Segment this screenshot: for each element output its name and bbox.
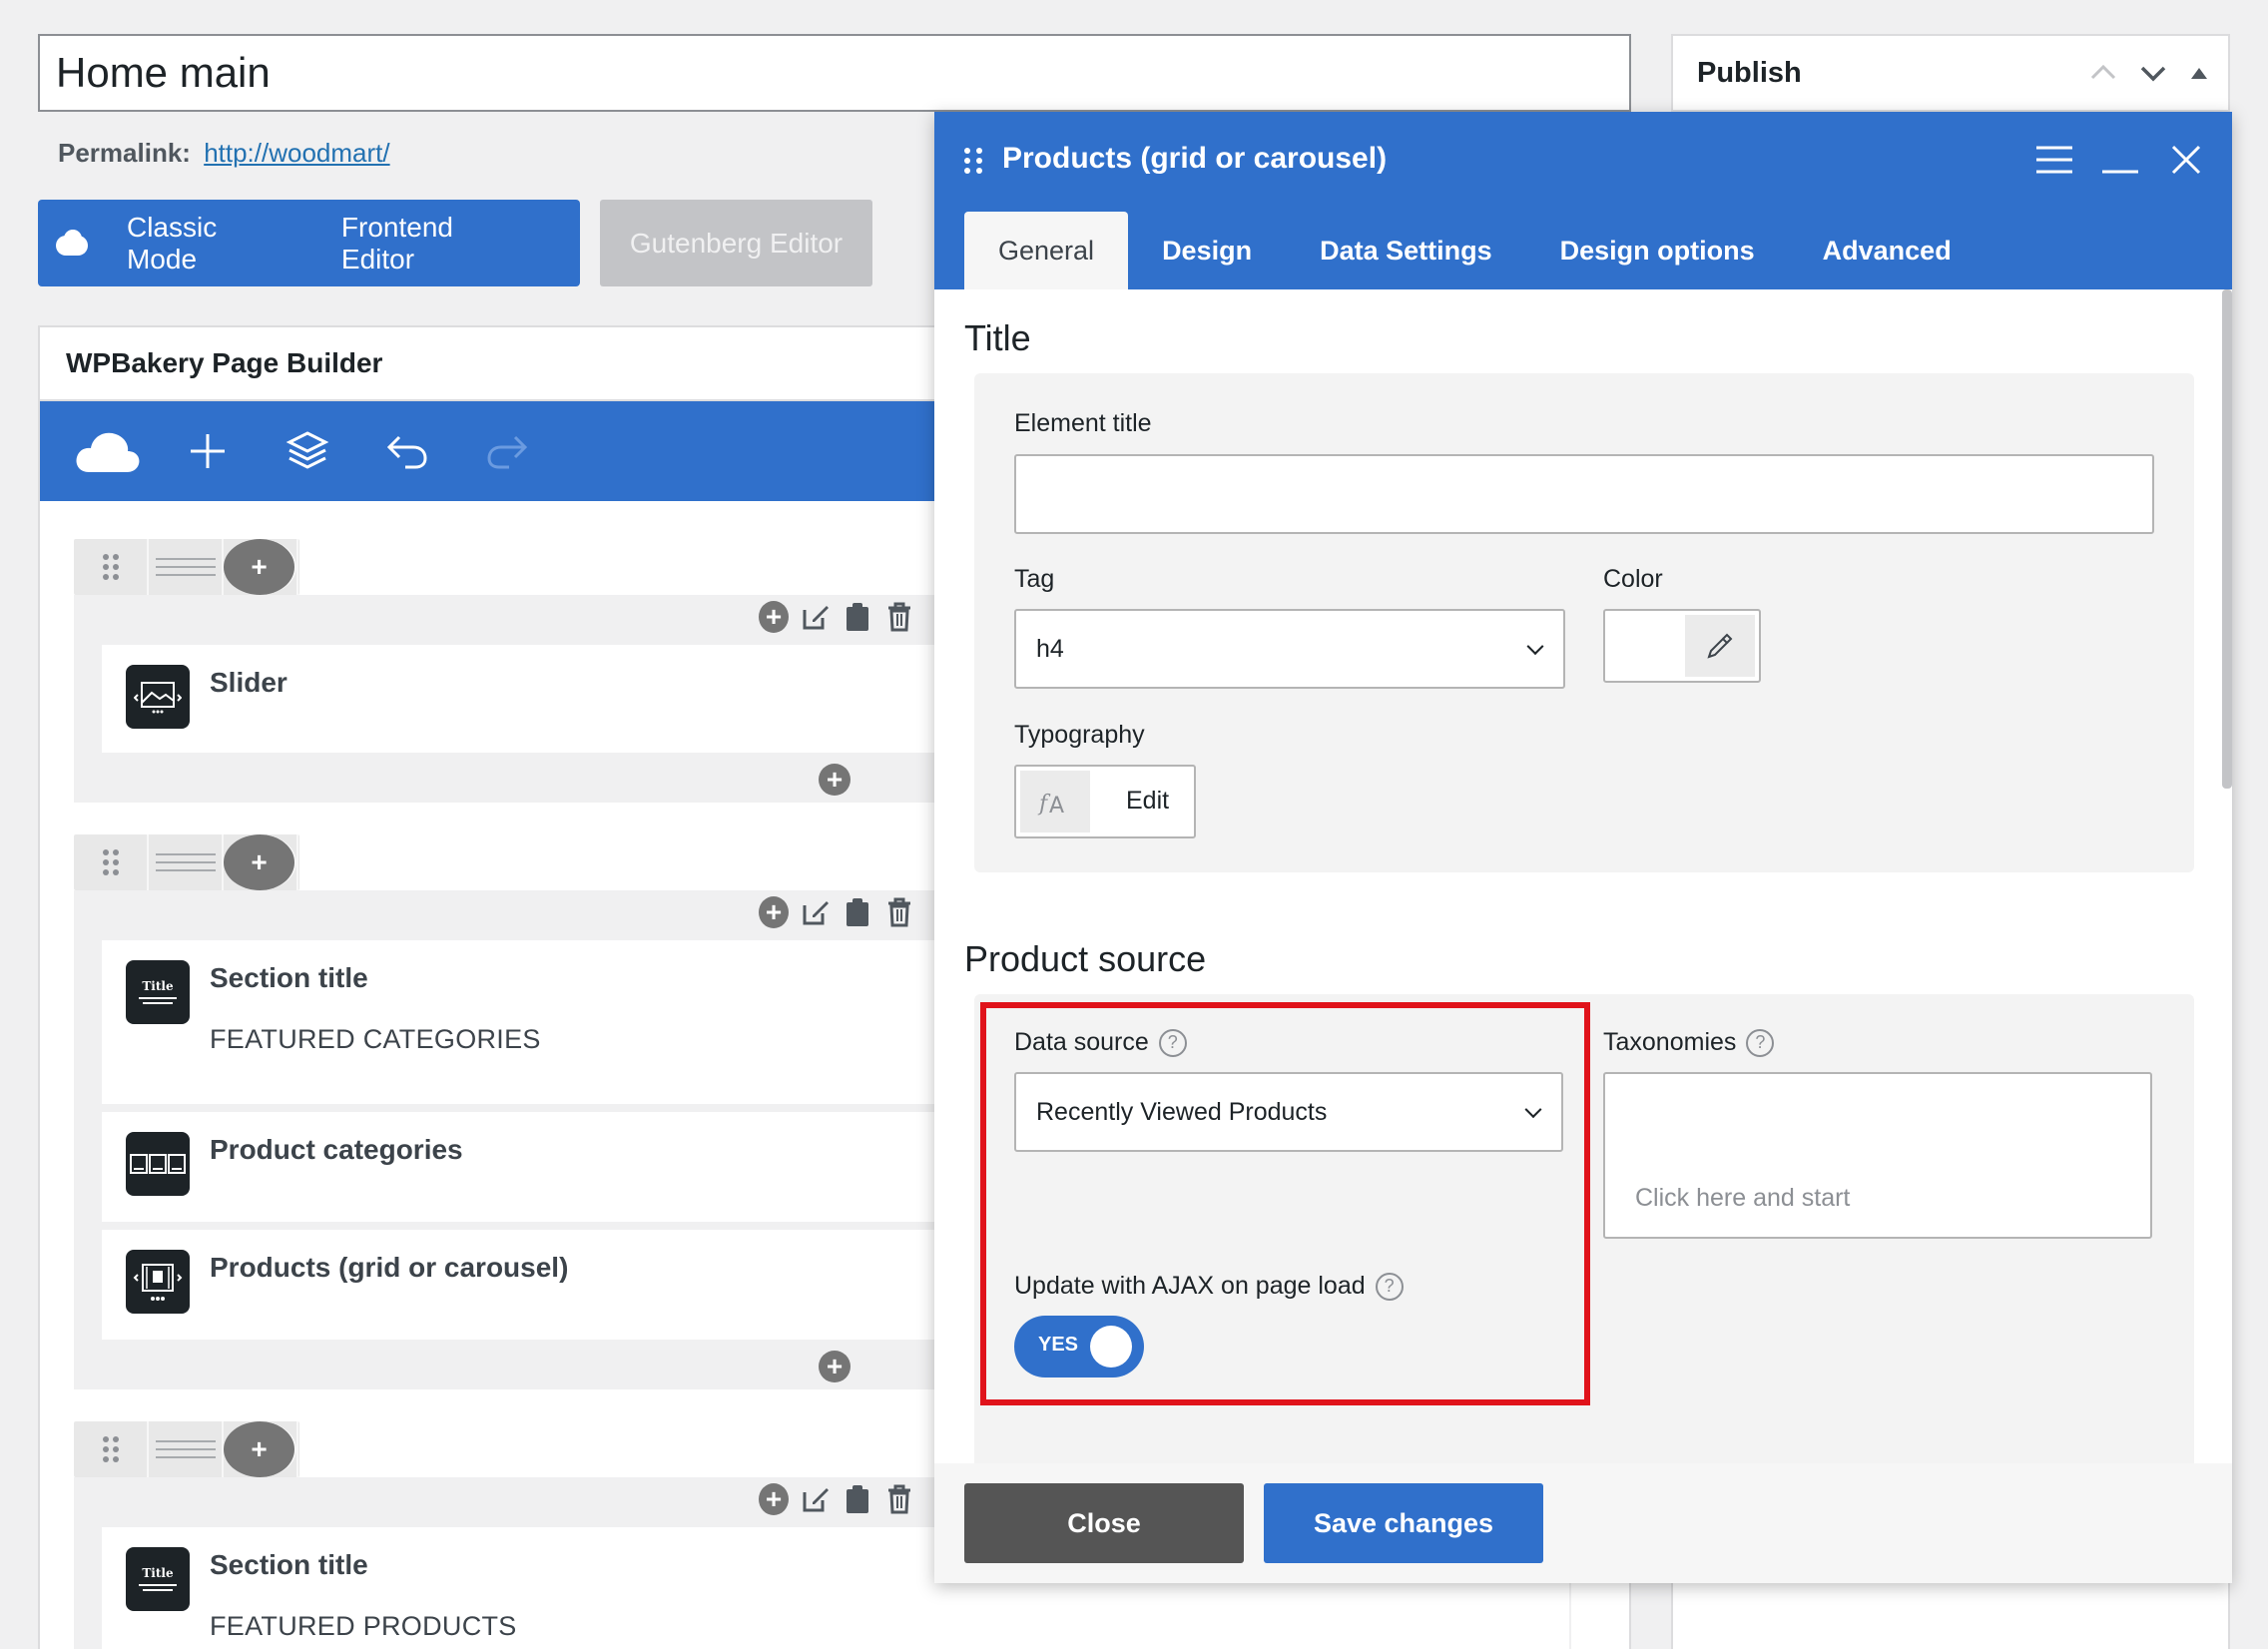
classic-mode-button[interactable]: Classic Mode (127, 212, 289, 275)
column-actions: + (759, 896, 914, 928)
tab-data-settings[interactable]: Data Settings (1286, 212, 1526, 289)
edit-icon[interactable] (801, 897, 831, 927)
tab-advanced[interactable]: Advanced (1789, 212, 1985, 289)
modal-header: Products (grid or carousel) General Desi… (934, 112, 2232, 289)
tab-general[interactable]: General (964, 212, 1129, 289)
permalink: Permalink: http://woodmart/ (58, 138, 390, 169)
element-title-input[interactable] (1014, 454, 2154, 534)
row-controls: + (74, 834, 299, 890)
add-icon[interactable]: + (759, 896, 789, 928)
minimize-icon[interactable] (2102, 142, 2138, 178)
element-subtitle: FEATURED CATEGORIES (210, 1024, 541, 1054)
product-categories-icon (126, 1132, 190, 1196)
close-button[interactable]: Close (964, 1483, 1244, 1563)
taxonomies-label: Taxonomies? (1603, 1028, 1775, 1057)
modal-scrollbar[interactable] (2222, 289, 2232, 789)
row-controls: + (74, 1421, 299, 1477)
element-name: Product categories (210, 1134, 463, 1165)
element-title-label: Element title (1014, 409, 1152, 437)
svg-text:A: A (1049, 794, 1064, 817)
row-layout-icon[interactable] (149, 834, 224, 890)
publish-box-header: Publish (1671, 34, 2230, 112)
add-element-icon[interactable]: + (819, 1351, 850, 1382)
add-element-icon[interactable] (158, 401, 258, 501)
slider-icon (126, 665, 190, 729)
delete-icon[interactable] (884, 897, 914, 927)
drag-handle-icon[interactable] (74, 834, 149, 890)
row-add-icon[interactable]: + (224, 834, 298, 890)
element-name: Products (grid or carousel) (210, 1252, 569, 1283)
add-icon[interactable]: + (759, 601, 789, 633)
modal-tabs: General Design Data Settings Design opti… (964, 212, 1985, 289)
tag-select-value: h4 (1036, 634, 1064, 663)
eyedropper-icon[interactable] (1685, 615, 1755, 677)
typography-edit-button[interactable]: fA Edit (1014, 765, 1196, 838)
paste-icon[interactable] (843, 897, 872, 927)
modal-footer: Close Save changes (934, 1463, 2232, 1583)
redo-icon[interactable] (457, 401, 557, 501)
chevron-up-icon[interactable] (2088, 58, 2118, 88)
element-name: Section title (210, 962, 368, 993)
permalink-label: Permalink: (58, 138, 191, 168)
tag-select[interactable]: h4 (1014, 609, 1565, 689)
help-icon[interactable]: ? (1746, 1028, 1775, 1057)
save-changes-button[interactable]: Save changes (1264, 1483, 1543, 1563)
section-title-icon: Title (126, 960, 190, 1024)
drag-handle-icon[interactable] (74, 539, 149, 595)
editor-mode-bar: Classic Mode Frontend Editor (38, 200, 580, 286)
publish-title: Publish (1697, 56, 1802, 89)
drag-handle-icon[interactable] (964, 148, 982, 174)
typography-edit-label: Edit (1126, 787, 1170, 815)
edit-icon[interactable] (801, 602, 831, 632)
frontend-editor-button[interactable]: Frontend Editor (341, 212, 528, 275)
edit-icon[interactable] (801, 1484, 831, 1514)
element-subtitle: FEATURED PRODUCTS (210, 1611, 517, 1641)
title-badge-text: Title (142, 978, 174, 993)
products-carousel-icon (126, 1250, 190, 1314)
element-name: Slider (210, 667, 287, 698)
paste-icon[interactable] (843, 602, 872, 632)
delete-icon[interactable] (884, 602, 914, 632)
close-icon[interactable] (2168, 142, 2204, 178)
row-add-icon[interactable]: + (224, 539, 298, 595)
column-actions: + (759, 1483, 914, 1515)
title-badge-text: Title (142, 1565, 174, 1580)
row-layout-icon[interactable] (149, 1421, 224, 1477)
permalink-link[interactable]: http://woodmart/ (204, 138, 389, 168)
section-title-icon: Title (126, 1547, 190, 1611)
cloud-logo-icon[interactable] (58, 401, 158, 501)
add-element-icon[interactable]: + (819, 764, 850, 796)
row-layout-icon[interactable] (149, 539, 224, 595)
modal-title: Products (grid or carousel) (1002, 142, 1388, 175)
cloud-logo-icon (56, 229, 89, 256)
collapse-triangle-icon[interactable] (2188, 62, 2210, 84)
tab-design-options[interactable]: Design options (1526, 212, 1789, 289)
chevron-down-icon[interactable] (2138, 58, 2168, 88)
column-actions: + (759, 601, 914, 633)
highlight-box (980, 1002, 1590, 1405)
paste-icon[interactable] (843, 1484, 872, 1514)
element-name: Section title (210, 1549, 368, 1580)
row-controls: + (74, 539, 299, 595)
post-title-input[interactable]: Home main (38, 34, 1631, 112)
undo-icon[interactable] (357, 401, 457, 501)
color-picker[interactable] (1603, 609, 1761, 683)
tag-label: Tag (1014, 565, 1055, 593)
product-source-heading: Product source (964, 938, 1207, 979)
taxonomies-placeholder: Click here and start (1635, 1184, 1851, 1212)
title-section-heading: Title (964, 317, 1031, 358)
taxonomies-input[interactable]: Click here and start (1603, 1072, 2152, 1239)
font-icon: fA (1020, 771, 1090, 832)
typography-label: Typography (1014, 721, 1145, 749)
delete-icon[interactable] (884, 1484, 914, 1514)
tab-design[interactable]: Design (1128, 212, 1286, 289)
row-add-icon[interactable]: + (224, 1421, 298, 1477)
gutenberg-editor-button[interactable]: Gutenberg Editor (600, 200, 872, 286)
chevron-down-icon (1526, 638, 1544, 656)
color-label: Color (1603, 565, 1663, 593)
add-icon[interactable]: + (759, 1483, 789, 1515)
drag-handle-icon[interactable] (74, 1421, 149, 1477)
menu-icon[interactable] (2036, 142, 2072, 178)
layers-icon[interactable] (258, 401, 357, 501)
